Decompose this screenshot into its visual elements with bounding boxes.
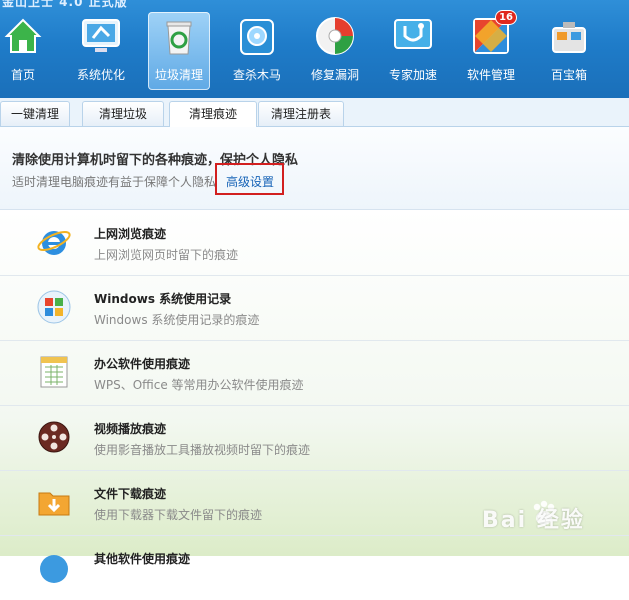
shield-scan-icon bbox=[235, 14, 279, 58]
windows-logo-icon bbox=[36, 289, 72, 325]
list-item[interactable]: 其他软件使用痕迹 bbox=[0, 535, 629, 600]
list-item-desc: 上网浏览网页时留下的痕迹 bbox=[94, 248, 239, 262]
list-item-title: 视频播放痕迹 bbox=[94, 422, 167, 436]
tab-one-click-clean[interactable]: 一键清理 bbox=[0, 101, 70, 126]
list-item-title: Windows 系统使用记录 bbox=[94, 292, 232, 306]
toolbar-toolbox-button[interactable]: 百宝箱 bbox=[538, 12, 600, 90]
repair-disc-icon bbox=[313, 14, 357, 58]
main-toolbar: 金山卫士 4.0 正式版 首页 系统优化 垃圾清理 查杀木马 修复漏洞 专家加速… bbox=[0, 0, 629, 98]
list-item-title: 其他软件使用痕迹 bbox=[94, 552, 191, 566]
app-title: 金山卫士 4.0 正式版 bbox=[2, 0, 128, 9]
list-item[interactable]: Windows 系统使用记录 Windows 系统使用记录的痕迹 bbox=[0, 275, 629, 341]
toolbar-home-button[interactable]: 首页 bbox=[0, 12, 54, 90]
toolbar-optimize-label: 系统优化 bbox=[76, 68, 125, 82]
tab-clean-junk[interactable]: 清理垃圾 bbox=[82, 101, 164, 126]
stethoscope-icon bbox=[391, 14, 435, 58]
film-reel-icon bbox=[36, 419, 72, 455]
toolbar-software-label: 软件管理 bbox=[466, 68, 515, 82]
download-folder-icon bbox=[36, 484, 72, 520]
ie-browser-icon bbox=[36, 224, 72, 260]
list-item-title: 文件下载痕迹 bbox=[94, 487, 167, 501]
software-icon bbox=[36, 549, 72, 585]
recycle-bin-icon bbox=[157, 14, 201, 58]
tab-bar: 一键清理 清理垃圾 清理痕迹 清理注册表 bbox=[0, 98, 629, 128]
list-item[interactable]: 上网浏览痕迹 上网浏览网页时留下的痕迹 bbox=[0, 210, 629, 276]
toolbar-trojan-button[interactable]: 查杀木马 bbox=[226, 12, 288, 90]
toolbar-clean-button[interactable]: 垃圾清理 bbox=[148, 12, 210, 90]
toolbar-expert-label: 专家加速 bbox=[388, 68, 437, 82]
toolbar-patch-label: 修复漏洞 bbox=[310, 68, 359, 82]
toolbar-patch-button[interactable]: 修复漏洞 bbox=[304, 12, 366, 90]
tab-clean-registry[interactable]: 清理注册表 bbox=[258, 101, 344, 126]
toolbar-toolbox-label: 百宝箱 bbox=[550, 68, 587, 82]
trace-header: 清除使用计算机时留下的各种痕迹，保护个人隐私 适时清理电脑痕迹有益于保障个人隐私… bbox=[0, 127, 629, 210]
software-grid-icon: 16 bbox=[469, 10, 517, 58]
list-item-title: 上网浏览痕迹 bbox=[94, 227, 167, 241]
tab-clean-traces[interactable]: 清理痕迹 bbox=[169, 101, 257, 128]
watermark-text: Bai 经验 bbox=[482, 508, 585, 533]
toolbar-expert-button[interactable]: 专家加速 bbox=[382, 12, 444, 90]
list-item-desc: Windows 系统使用记录的痕迹 bbox=[94, 313, 260, 327]
toolbar-trojan-label: 查杀木马 bbox=[232, 68, 281, 82]
page-subtitle: 适时清理电脑痕迹有益于保障个人隐私 bbox=[12, 175, 217, 189]
highlight-box bbox=[215, 163, 284, 195]
list-item-desc: 使用下载器下载文件留下的痕迹 bbox=[94, 508, 263, 522]
list-item-title: 办公软件使用痕迹 bbox=[94, 357, 191, 371]
list-item[interactable]: 办公软件使用痕迹 WPS、Office 等常用办公软件使用痕迹 bbox=[0, 340, 629, 406]
update-count-badge: 16 bbox=[495, 10, 517, 25]
toolbox-icon bbox=[547, 14, 591, 58]
toolbar-optimize-button[interactable]: 系统优化 bbox=[70, 12, 132, 90]
toolbar-home-label: 首页 bbox=[10, 68, 35, 82]
toolbar-clean-label: 垃圾清理 bbox=[154, 68, 203, 82]
home-icon bbox=[1, 14, 45, 58]
list-item-desc: WPS、Office 等常用办公软件使用痕迹 bbox=[94, 378, 304, 392]
list-item-desc: 使用影音播放工具播放视频时留下的痕迹 bbox=[94, 443, 311, 457]
spreadsheet-icon bbox=[36, 354, 72, 390]
baidu-watermark: Bai 经验 bbox=[482, 494, 622, 534]
monitor-icon bbox=[79, 14, 123, 58]
toolbar-software-button[interactable]: 16 软件管理 bbox=[460, 10, 522, 90]
list-item[interactable]: 视频播放痕迹 使用影音播放工具播放视频时留下的痕迹 bbox=[0, 405, 629, 471]
